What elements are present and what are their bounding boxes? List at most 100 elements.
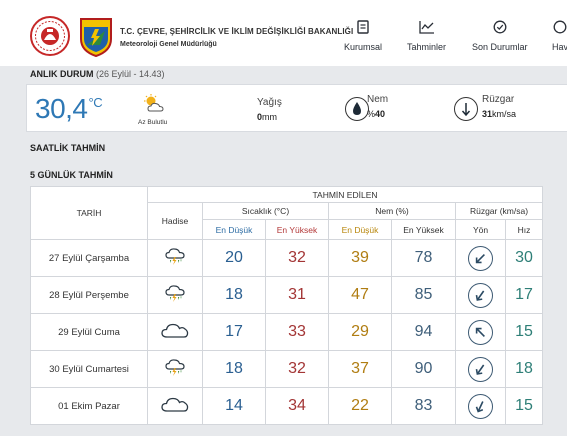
col-date-header: TARİH (30, 186, 148, 240)
row-wind-speed: 18 (505, 350, 543, 388)
org-subtitle: Meteoroloji Genel Müdürlüğü (120, 41, 217, 48)
wind-direction-icon (468, 282, 493, 308)
row-hum-high: 90 (391, 350, 456, 388)
nav-kurumsal[interactable]: Kurumsal (344, 20, 382, 52)
row-temp-high: 34 (265, 387, 329, 425)
nav-label: Kurumsal (344, 42, 383, 52)
thunderstorm-icon (164, 247, 186, 271)
table-row: 27 Eylül Çarşamba 20 32 39 78 30 (30, 239, 543, 277)
row-event (147, 239, 203, 277)
thunderstorm-icon (164, 284, 186, 308)
meteorology-logo[interactable] (78, 15, 114, 58)
row-hum-low: 22 (328, 387, 392, 425)
row-hum-high: 78 (391, 239, 456, 277)
five-day-forecast-title: 5 GÜNLÜK TAHMİN (30, 170, 113, 180)
row-date: 28 Eylül Perşembe (30, 276, 148, 314)
table-row: 28 Eylül Perşembe 18 31 47 85 17 (30, 276, 543, 314)
sub-temp-high: En Yüksek (265, 219, 329, 240)
row-event (147, 350, 203, 388)
row-temp-low: 18 (202, 276, 266, 314)
col-humidity-header: Nem (%) (328, 202, 456, 220)
nav-label: Son Durumlar (472, 42, 528, 52)
row-temp-low: 18 (202, 350, 266, 388)
nav-hava[interactable]: Hav (552, 20, 567, 52)
col-wind-header: Rüzgar (km/sa) (455, 202, 543, 220)
col-temp-header: Sıcaklık (°C) (202, 202, 329, 220)
row-hum-low: 29 (328, 313, 392, 351)
row-hum-high: 83 (391, 387, 456, 425)
wind-direction-icon (468, 356, 493, 382)
current-timestamp: (26 Eylül - 14.43) (96, 69, 165, 79)
wind-arrow-icon (454, 97, 478, 121)
row-wind-dir (455, 239, 506, 277)
five-day-forecast-table: TARİH TAHMİN EDİLEN Hadise Sıcaklık (°C)… (30, 186, 543, 425)
hourly-forecast-title[interactable]: SAATLİK TAHMİN (30, 143, 105, 153)
humidity-drop-icon (345, 97, 369, 121)
condition-label: Az Bulutlu (138, 119, 168, 126)
rain-value: 0mm (257, 112, 278, 122)
table-row: 30 Eylül Cumartesi 18 32 37 90 18 (30, 350, 543, 388)
check-circle-icon (472, 20, 528, 36)
row-event (147, 387, 203, 425)
sub-temp-low: En Düşük (202, 219, 266, 240)
wind-direction-icon (468, 245, 493, 271)
partly-cloudy-icon (143, 94, 167, 114)
temperature-unit: °C (88, 95, 103, 110)
row-event (147, 276, 203, 314)
globe-icon (552, 20, 567, 36)
current-title-label: ANLIK DURUM (30, 69, 94, 79)
sub-hum-high: En Yüksek (391, 219, 456, 240)
temperature-value: 30,4 (35, 93, 88, 124)
row-date: 01 Ekim Pazar (30, 387, 148, 425)
row-wind-speed: 17 (505, 276, 543, 314)
thunderstorm-icon (164, 358, 186, 382)
row-temp-high: 32 (265, 239, 329, 277)
row-wind-dir (455, 387, 506, 425)
row-temp-low: 17 (202, 313, 266, 351)
col-event-header: Hadise (147, 202, 203, 240)
row-hum-low: 37 (328, 350, 392, 388)
document-icon (344, 20, 382, 36)
humidity-label: Nem (367, 94, 389, 105)
row-wind-speed: 15 (505, 387, 543, 425)
row-date: 30 Eylül Cumartesi (30, 350, 148, 388)
sub-wind-speed: Hız (505, 219, 543, 240)
rain-label: Yağış (257, 97, 282, 108)
row-date: 27 Eylül Çarşamba (30, 239, 148, 277)
current-title: ANLIK DURUM (26 Eylül - 14.43) (30, 69, 165, 79)
row-hum-high: 94 (391, 313, 456, 351)
nav-label: Tahminler (407, 42, 447, 52)
wind-value: 31km/sa (482, 109, 517, 119)
row-event (147, 313, 203, 351)
row-temp-high: 31 (265, 276, 329, 314)
row-temp-low: 14 (202, 387, 266, 425)
table-row: 29 Eylül Cuma 17 33 29 94 15 (30, 313, 543, 351)
cloud-icon (160, 323, 190, 344)
wind-label: Rüzgar (482, 94, 515, 105)
nav-label: Hav (552, 42, 567, 52)
row-temp-high: 32 (265, 350, 329, 388)
table-row: 01 Ekim Pazar 14 34 22 83 15 (30, 387, 543, 425)
row-wind-dir (455, 313, 506, 351)
wind-direction-icon (468, 393, 493, 419)
cloud-icon (160, 397, 190, 418)
current-temperature: 30,4°C (35, 93, 103, 125)
nav-tahminler[interactable]: Tahminler (407, 20, 446, 52)
wind-direction-icon (468, 319, 493, 345)
row-wind-speed: 15 (505, 313, 543, 351)
chart-icon (407, 20, 446, 36)
row-wind-dir (455, 276, 506, 314)
row-hum-low: 39 (328, 239, 392, 277)
sub-hum-low: En Düşük (328, 219, 392, 240)
nav-son-durumlar[interactable]: Son Durumlar (472, 20, 528, 52)
current-conditions-card: 30,4°C Az Bulutlu Yağış 0mm Nem %40 Rüzg… (26, 84, 567, 132)
org-title: T.C. ÇEVRE, ŞEHİRCİLİK VE İKLİM DEĞİŞİKL… (120, 27, 354, 36)
ministry-logo[interactable] (30, 16, 70, 56)
row-temp-low: 20 (202, 239, 266, 277)
row-hum-low: 47 (328, 276, 392, 314)
row-wind-dir (455, 350, 506, 388)
humidity-value: %40 (367, 109, 386, 119)
row-wind-speed: 30 (505, 239, 543, 277)
row-hum-high: 85 (391, 276, 456, 314)
row-date: 29 Eylül Cuma (30, 313, 148, 351)
